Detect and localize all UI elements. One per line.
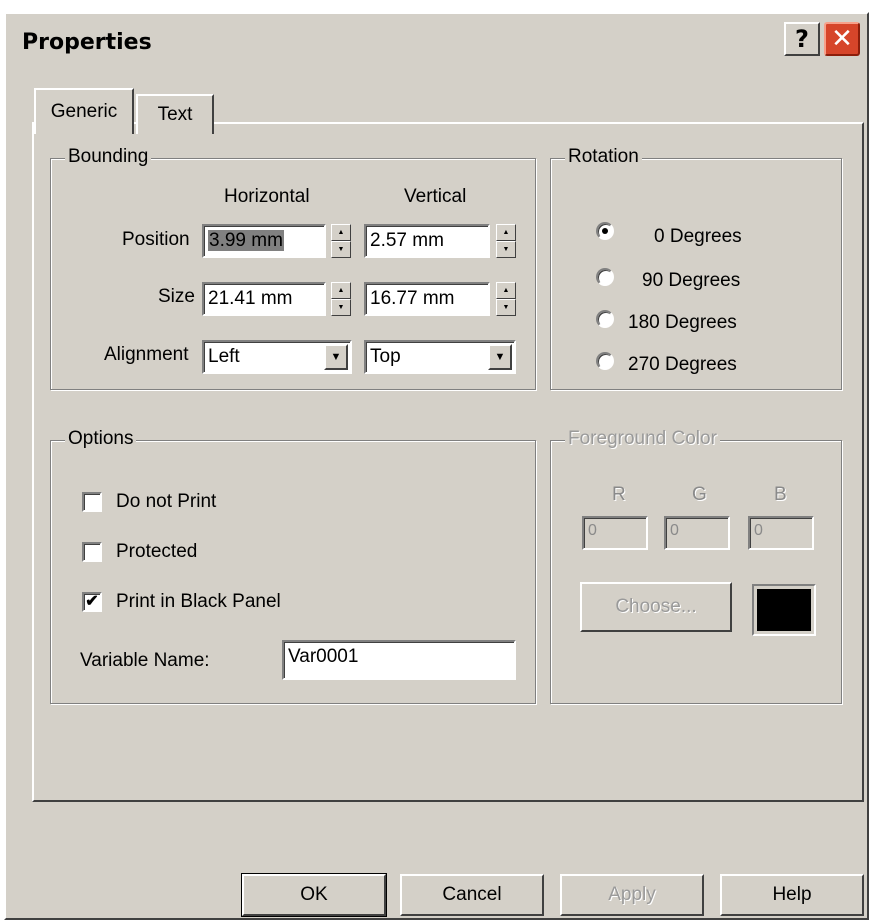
do-not-print-label[interactable]: Do not Print: [116, 491, 216, 513]
options-legend: Options: [65, 428, 137, 450]
position-vertical-spinner[interactable]: ▲ ▼: [496, 224, 516, 258]
cancel-button[interactable]: Cancel: [400, 874, 544, 916]
alignment-horizontal-value: Left: [208, 346, 240, 367]
rotation-90-radio[interactable]: [596, 268, 614, 286]
rotation-180-label[interactable]: 180 Degrees: [628, 312, 737, 334]
close-button[interactable]: ✕: [824, 22, 860, 56]
size-horizontal-input[interactable]: 21.41 mm: [202, 282, 326, 316]
b-input[interactable]: 0: [748, 516, 814, 550]
size-vertical-spinner[interactable]: ▲ ▼: [496, 282, 516, 316]
rotation-180-radio[interactable]: [596, 310, 614, 328]
alignment-vertical-select[interactable]: Top ▼: [364, 340, 516, 374]
b-label: B: [774, 484, 787, 505]
spin-down-icon[interactable]: ▼: [331, 299, 351, 316]
choose-color-button[interactable]: Choose...: [580, 582, 732, 632]
checkmark-icon: ✔: [85, 593, 99, 610]
alignment-horizontal-select[interactable]: Left ▼: [202, 340, 352, 374]
rotation-0-radio[interactable]: [596, 222, 614, 240]
alignment-vertical-value: Top: [370, 346, 401, 367]
print-black-label[interactable]: Print in Black Panel: [116, 591, 281, 613]
spin-up-icon[interactable]: ▲: [496, 224, 516, 241]
ok-button[interactable]: OK: [241, 873, 387, 917]
rotation-270-label[interactable]: 270 Degrees: [628, 354, 737, 376]
alignment-label: Alignment: [104, 344, 189, 365]
print-black-checkbox[interactable]: ✔: [82, 592, 102, 612]
position-label: Position: [122, 229, 190, 250]
rotation-270-radio[interactable]: [596, 352, 614, 370]
do-not-print-checkbox[interactable]: [82, 492, 102, 512]
g-input[interactable]: 0: [664, 516, 730, 550]
help-icon: ?: [795, 25, 809, 53]
bounding-legend: Bounding: [65, 146, 152, 168]
rotation-0-label[interactable]: 0 Degrees: [654, 226, 742, 248]
spin-up-icon[interactable]: ▲: [496, 282, 516, 299]
spin-down-icon[interactable]: ▼: [496, 299, 516, 316]
foreground-color-group: Foreground Color: [550, 428, 842, 704]
spin-down-icon[interactable]: ▼: [331, 241, 351, 258]
window-title: Properties: [22, 30, 152, 55]
size-vertical-input[interactable]: 16.77 mm: [364, 282, 490, 316]
spin-down-icon[interactable]: ▼: [496, 241, 516, 258]
color-swatch[interactable]: [752, 584, 816, 636]
variable-name-input[interactable]: Var0001: [282, 640, 516, 680]
size-horizontal-spinner[interactable]: ▲ ▼: [331, 282, 351, 316]
position-horizontal-spinner[interactable]: ▲ ▼: [331, 224, 351, 258]
chevron-down-icon[interactable]: ▼: [324, 344, 348, 370]
r-label: R: [612, 484, 626, 505]
spin-up-icon[interactable]: ▲: [331, 282, 351, 299]
color-swatch-fill: [757, 589, 811, 631]
variable-name-label: Variable Name:: [80, 650, 210, 671]
close-icon: ✕: [831, 24, 853, 54]
apply-button[interactable]: Apply: [560, 874, 704, 916]
horizontal-header: Horizontal: [224, 186, 310, 207]
position-horizontal-value: 3.99 mm: [208, 230, 284, 251]
g-label: G: [692, 484, 707, 505]
spin-up-icon[interactable]: ▲: [331, 224, 351, 241]
foreground-color-legend: Foreground Color: [565, 428, 720, 450]
help-button[interactable]: Help: [720, 874, 864, 916]
protected-checkbox[interactable]: [82, 542, 102, 562]
size-label: Size: [158, 286, 195, 307]
rotation-90-label[interactable]: 90 Degrees: [642, 270, 740, 292]
help-title-button[interactable]: ?: [784, 22, 820, 56]
position-vertical-input[interactable]: 2.57 mm: [364, 224, 490, 258]
tab-text[interactable]: Text: [136, 94, 214, 134]
properties-dialog: Properties ? ✕ Generic Text Bounding Hor…: [4, 12, 869, 920]
tab-generic[interactable]: Generic: [34, 88, 134, 134]
r-input[interactable]: 0: [582, 516, 648, 550]
rotation-legend: Rotation: [565, 146, 642, 168]
chevron-down-icon[interactable]: ▼: [488, 344, 512, 370]
radio-selected-dot: [602, 228, 608, 234]
position-horizontal-input[interactable]: 3.99 mm: [202, 224, 326, 258]
protected-label[interactable]: Protected: [116, 541, 197, 563]
vertical-header: Vertical: [404, 186, 467, 207]
